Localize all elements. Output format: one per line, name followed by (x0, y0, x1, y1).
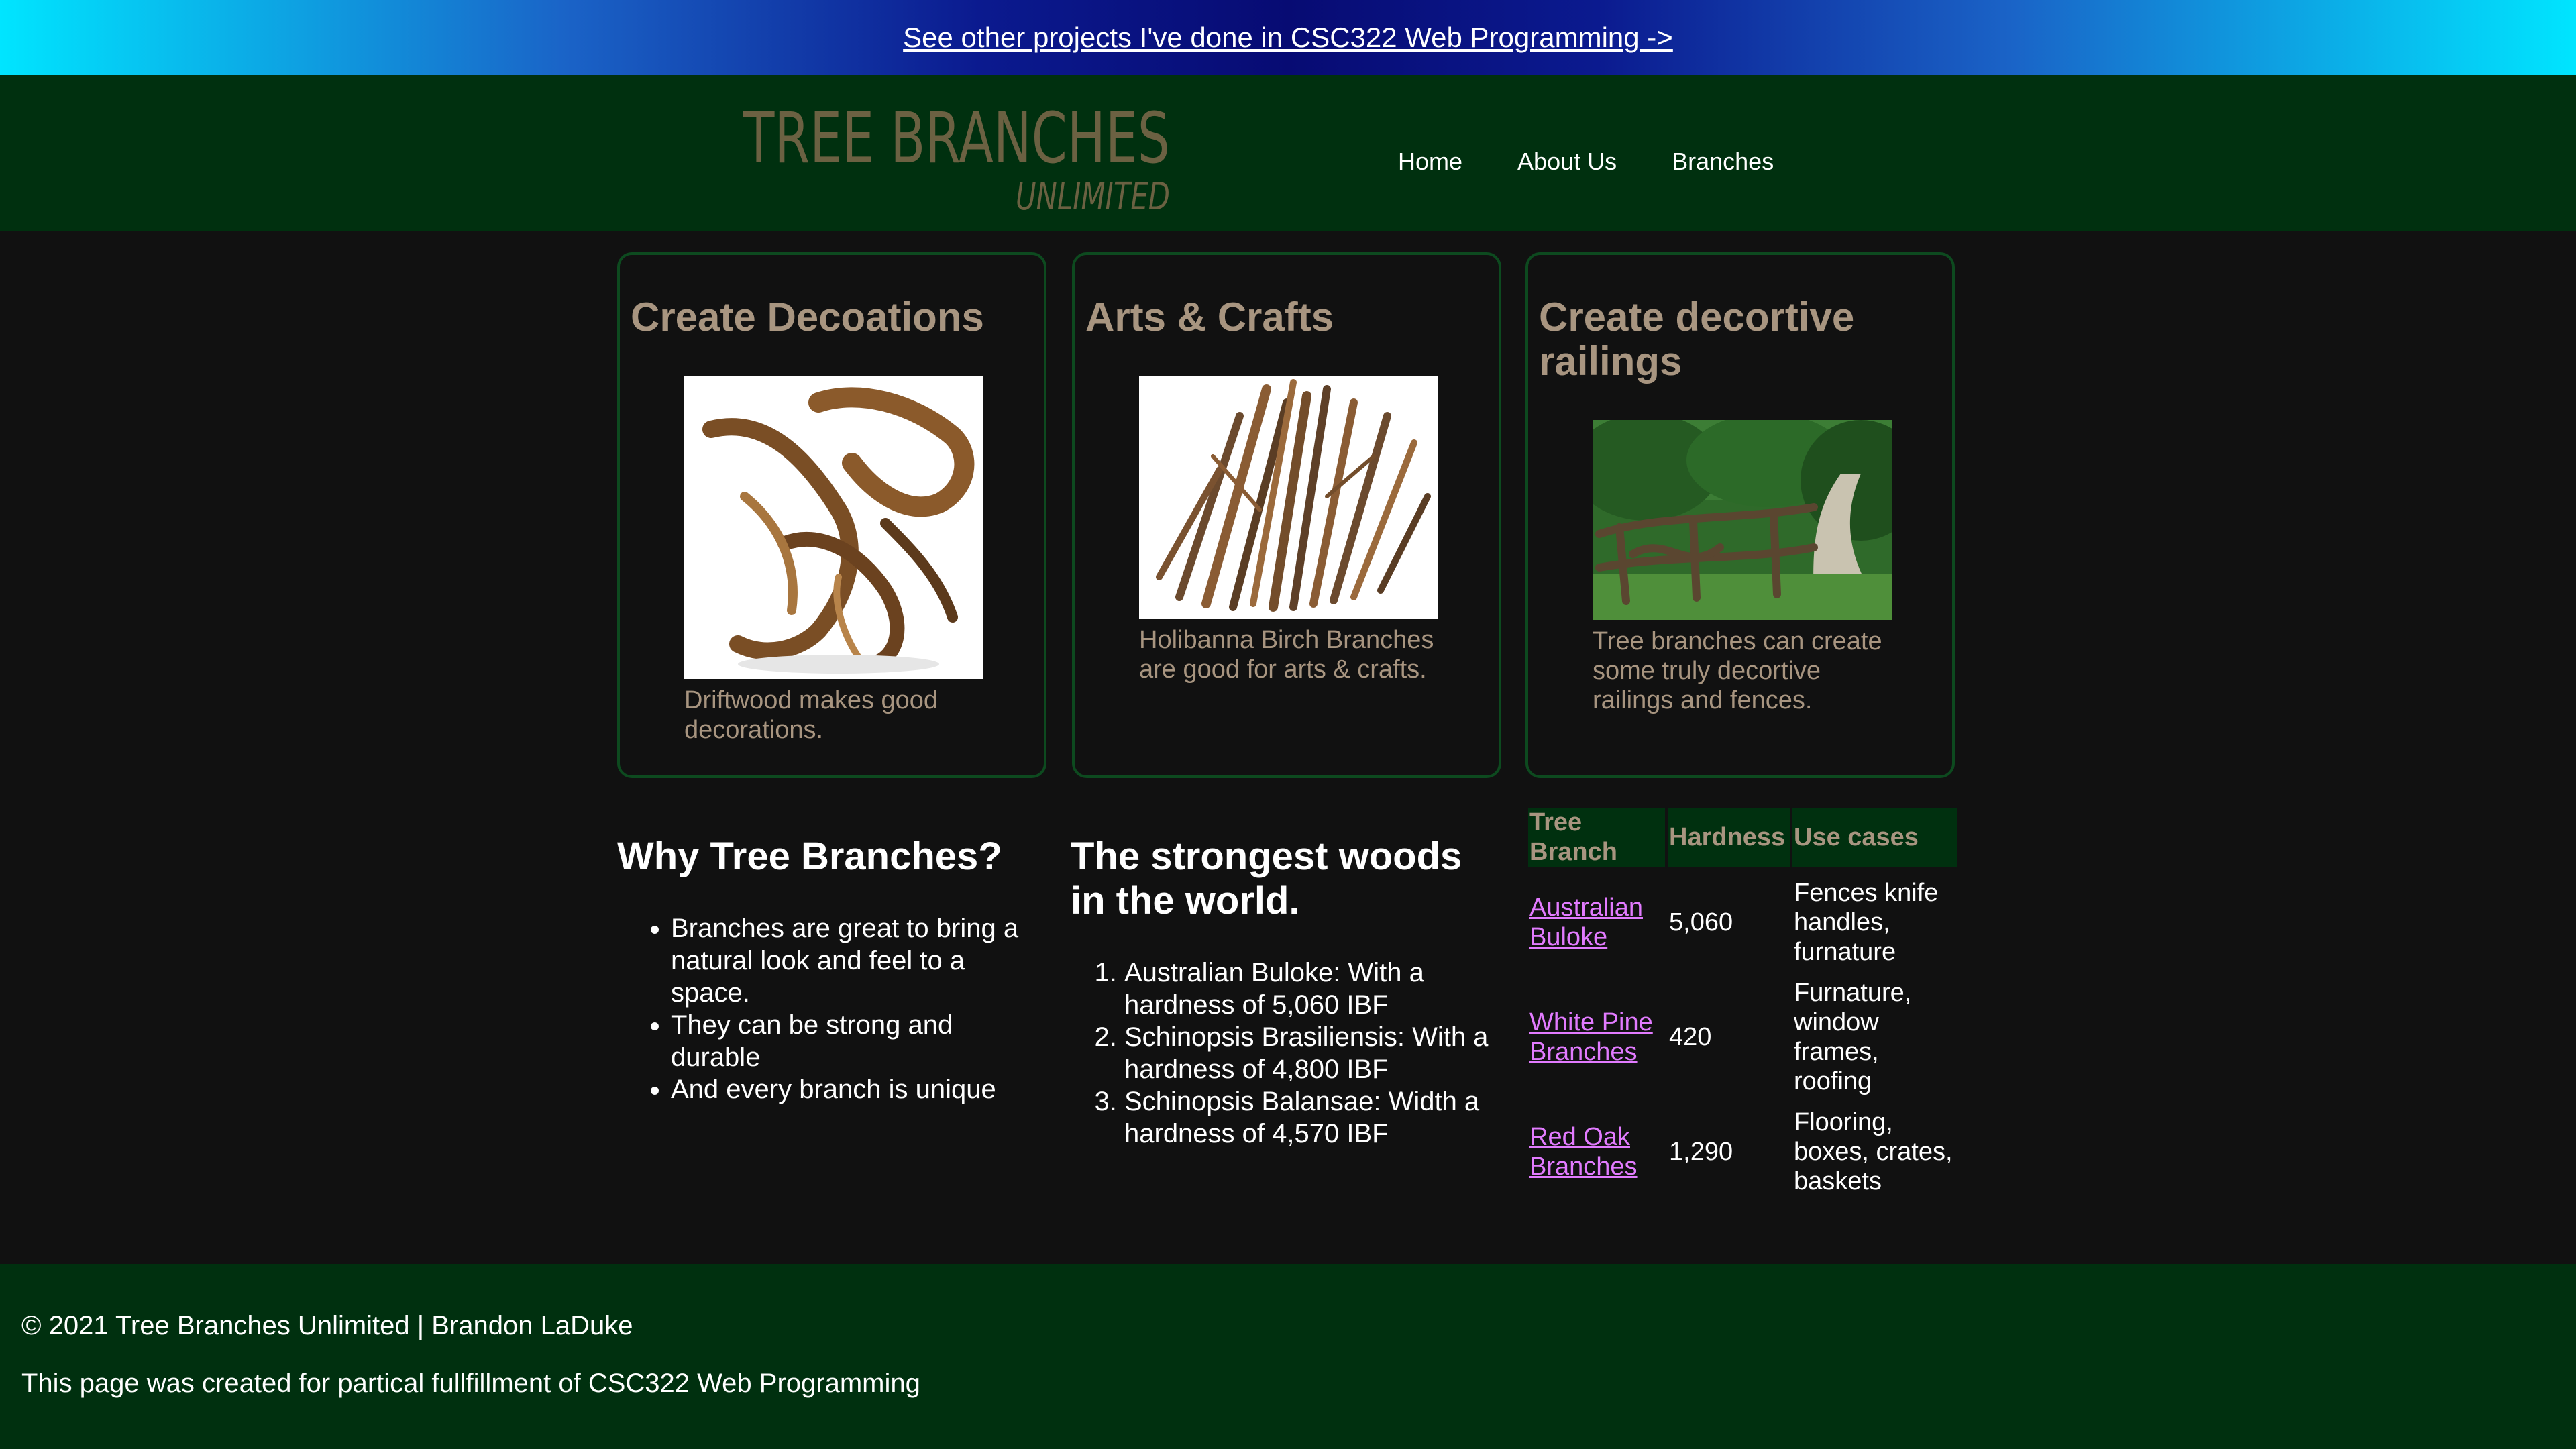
card-title: Arts & Crafts (1085, 294, 1334, 339)
tree-link[interactable]: Australian Buloke (1529, 894, 1643, 951)
logo-graphic: TREE BRANCHES UNLIMITED (743, 97, 1170, 219)
table-row: Australian Buloke 5,060 Fences knife han… (1528, 869, 1957, 975)
table-row: White Pine Branches 420 Furnature, windo… (1528, 978, 1957, 1096)
nav-home[interactable]: Home (1398, 148, 1462, 176)
card-caption: Tree branches can create some truly deco… (1593, 627, 1882, 714)
nav-branches[interactable]: Branches (1672, 148, 1774, 176)
why-title: Why Tree Branches? (617, 835, 1002, 878)
railing-image (1593, 420, 1892, 620)
nav-about-us[interactable]: About Us (1517, 148, 1617, 176)
list-item: They can be strong and durable (671, 1009, 1033, 1073)
card-figure: Tree branches can create some truly deco… (1593, 420, 1892, 715)
list-item: Australian Buloke: With a hardness of 5,… (1124, 957, 1513, 1021)
list-item: Schinopsis Balansae: Width a hardness of… (1124, 1085, 1513, 1150)
footer-copyright: © 2021 Tree Branches Unlimited | Brandon… (21, 1311, 633, 1340)
table-cell: White Pine Branches (1528, 978, 1665, 1096)
table-cell: Australian Buloke (1528, 869, 1665, 975)
top-banner: See other projects I've done in CSC322 W… (0, 0, 2576, 75)
strongest-list: Australian Buloke: With a hardness of 5,… (1071, 957, 1513, 1150)
list-item: Branches are great to bring a natural lo… (671, 912, 1033, 1009)
card-decorations: Create Decoations Driftwood makes good d… (617, 252, 1046, 778)
table-cell: Red Oak Branches (1528, 1099, 1665, 1205)
birch-branches-image (1139, 376, 1438, 619)
footer-note: This page was created for partical fullf… (21, 1368, 920, 1398)
table-cell: Flooring, boxes, crates, baskets (1794, 1108, 1953, 1195)
col-tree-branch: Tree Branch (1528, 808, 1665, 867)
why-list: Branches are great to bring a natural lo… (617, 912, 1033, 1106)
driftwood-image (684, 376, 983, 679)
tree-link[interactable]: White Pine Branches (1529, 1008, 1653, 1066)
other-projects-link[interactable]: See other projects I've done in CSC322 W… (903, 21, 1673, 54)
col-use-cases: Use cases (1792, 808, 1957, 867)
card-arts-crafts: Arts & Crafts Holibanna Birch Branches a… (1072, 252, 1501, 778)
table-cell: 5,060 (1669, 908, 1733, 936)
hardness-table: Tree Branch Hardness Use cases Australia… (1525, 805, 1960, 1208)
strongest-title: The strongest woods in the world. (1071, 835, 1462, 922)
site-logo[interactable]: TREE BRANCHES UNLIMITED (743, 95, 1173, 219)
site-header: TREE BRANCHES UNLIMITED Home About Us Br… (0, 75, 2576, 231)
table-row: Red Oak Branches 1,290 Flooring, boxes, … (1528, 1099, 1957, 1205)
card-title: Create Decoations (631, 294, 984, 339)
card-railings: Create decortive railings Tree branches … (1525, 252, 1955, 778)
site-footer: © 2021 Tree Branches Unlimited | Brandon… (0, 1264, 2576, 1449)
card-figure: Holibanna Birch Branches are good for ar… (1139, 376, 1438, 684)
table-cell: 420 (1669, 1023, 1712, 1051)
table-header-row: Tree Branch Hardness Use cases (1528, 808, 1957, 867)
col-hardness: Hardness (1668, 808, 1790, 867)
main-nav: Home About Us Branches (1398, 148, 1829, 176)
table-cell: 1,290 (1669, 1138, 1733, 1166)
table-cell: Fences knife handles, furnature (1794, 879, 1939, 966)
logo-line1: TREE BRANCHES (743, 97, 1170, 179)
card-caption: Driftwood makes good decorations. (684, 686, 938, 744)
list-item: And every branch is unique (671, 1073, 1033, 1106)
list-item: Schinopsis Brasiliensis: With a hardness… (1124, 1021, 1513, 1085)
card-title: Create decortive railings (1539, 294, 1855, 384)
table-cell: Furnature, window frames, roofing (1794, 979, 1912, 1095)
card-figure: Driftwood makes good decorations. (684, 376, 983, 745)
tree-link[interactable]: Red Oak Branches (1529, 1123, 1638, 1181)
logo-line2: UNLIMITED (1016, 175, 1170, 216)
card-caption: Holibanna Birch Branches are good for ar… (1139, 626, 1434, 684)
